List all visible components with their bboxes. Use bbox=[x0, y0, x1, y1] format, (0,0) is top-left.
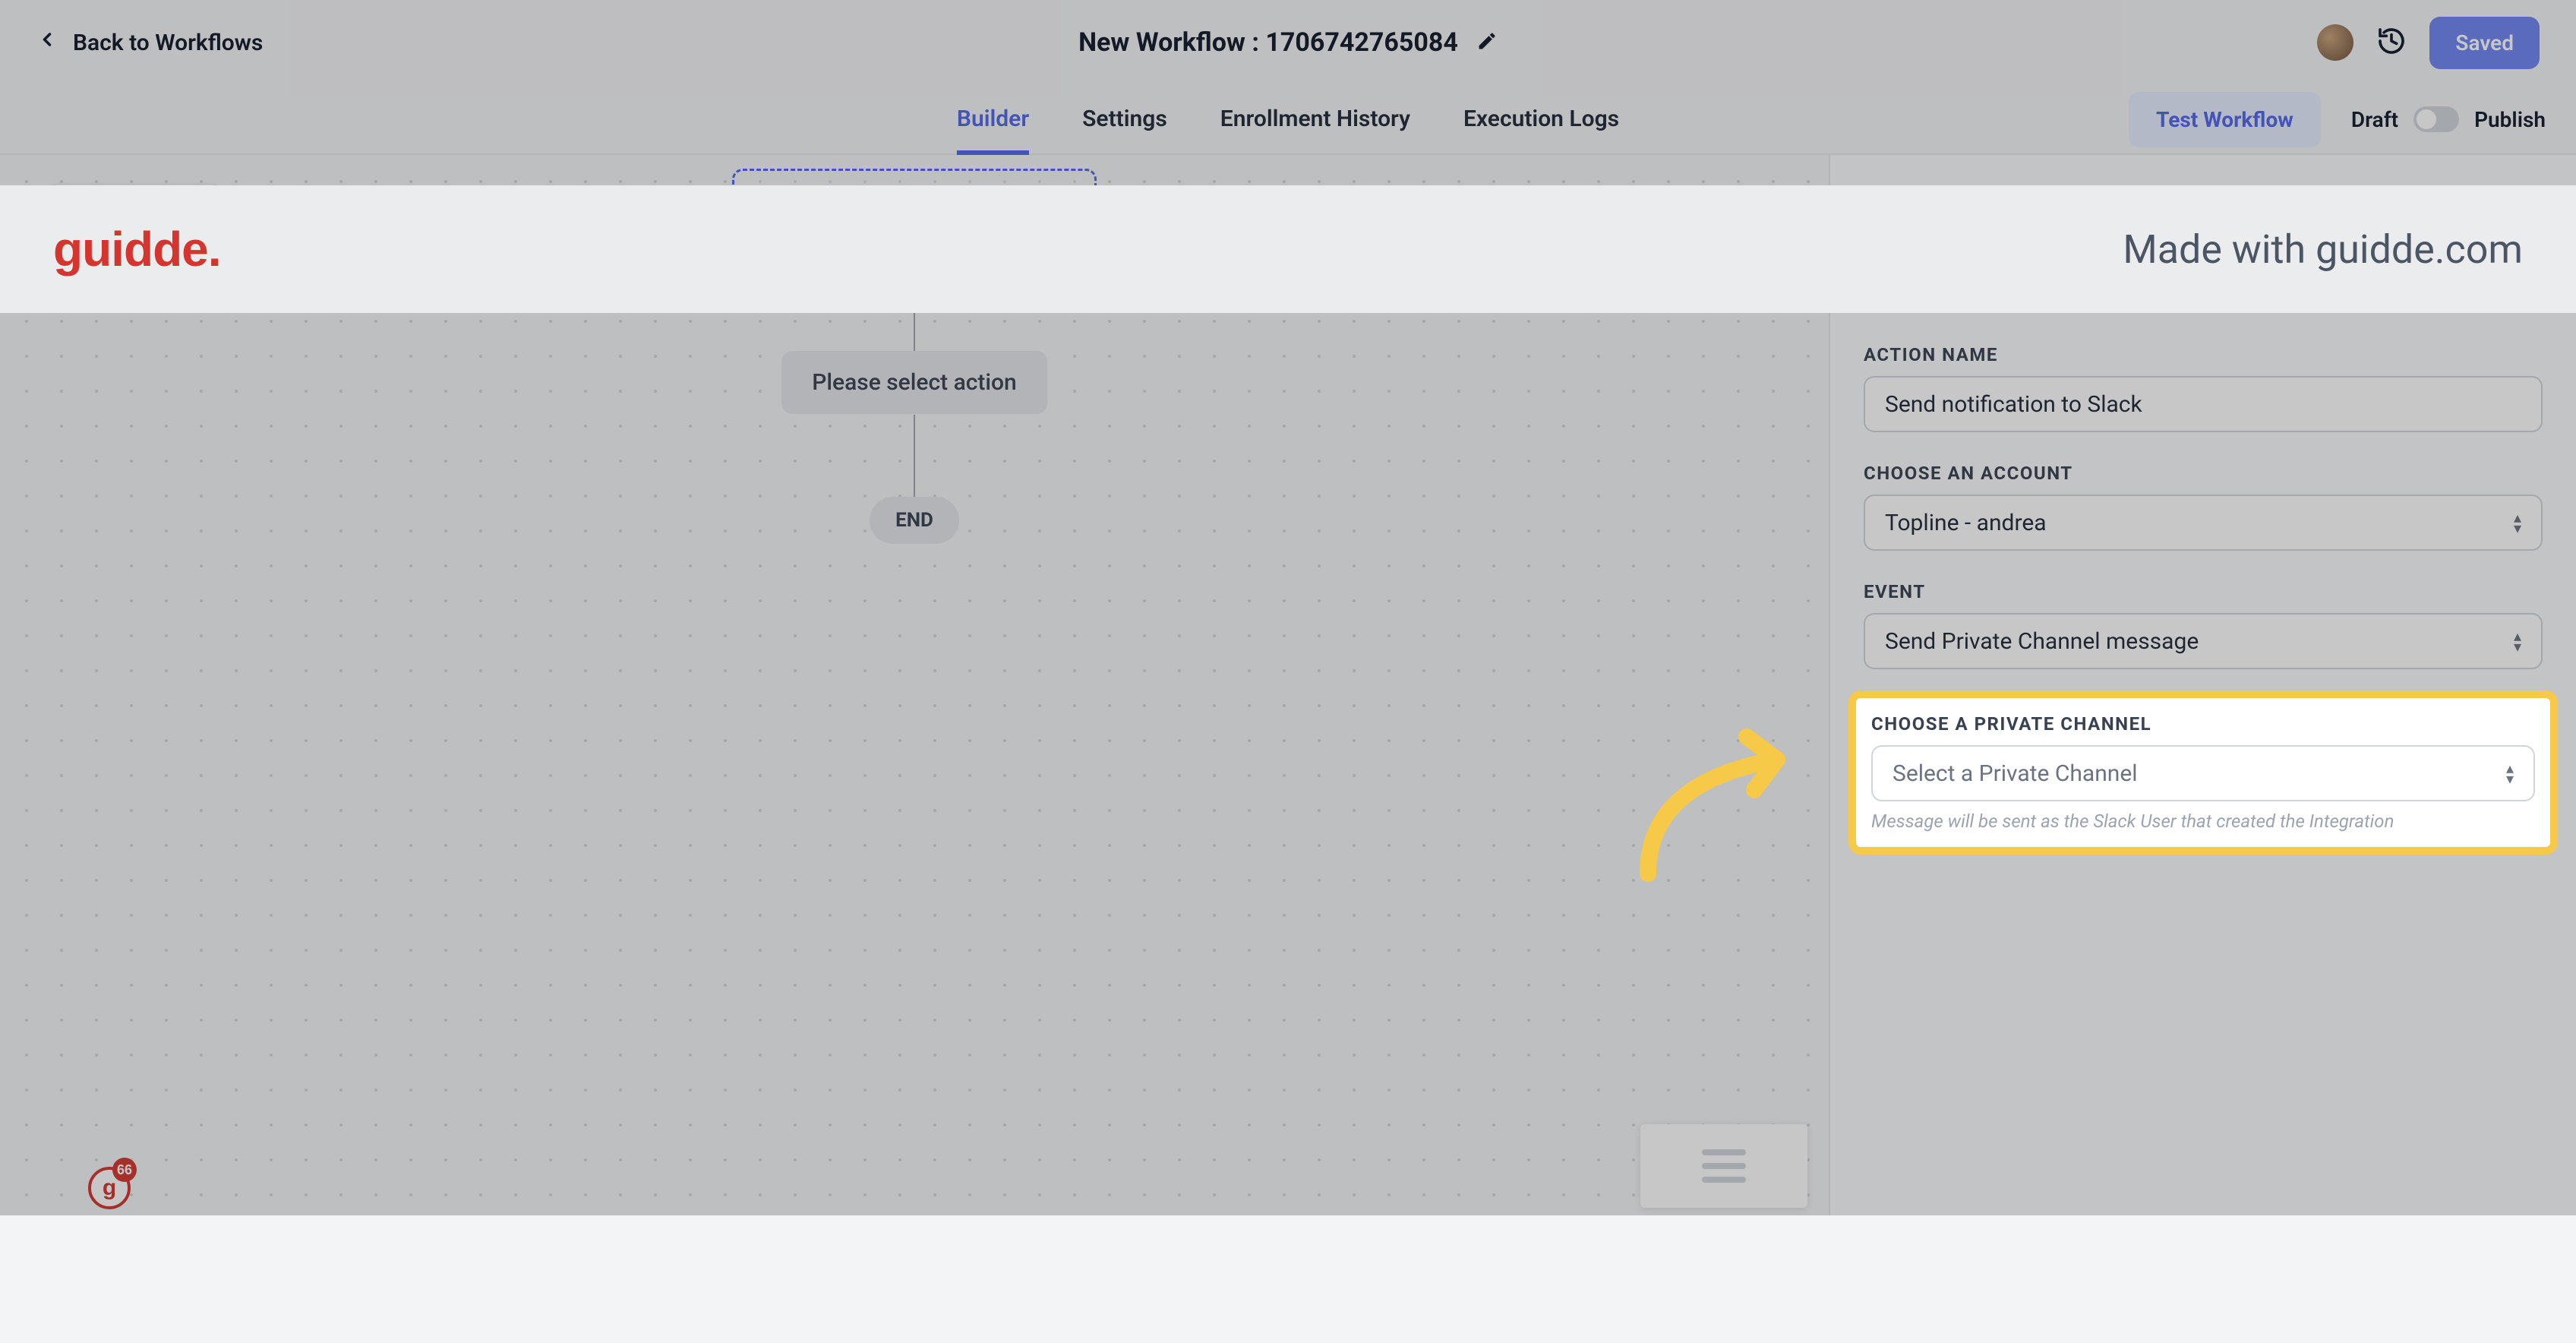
event-select[interactable]: Send Private Channel message ▴▾ bbox=[1864, 613, 2543, 669]
end-node: END bbox=[870, 497, 959, 544]
chevron-left-icon bbox=[36, 29, 58, 56]
chevrons-icon: ▴▾ bbox=[2514, 512, 2521, 533]
workflow-title: New Workflow : 1706742765084 bbox=[1078, 27, 1458, 58]
edit-title-icon[interactable] bbox=[1476, 30, 1498, 55]
connector-line bbox=[914, 415, 915, 497]
choose-channel-highlight: CHOOSE A PRIVATE CHANNEL Select a Privat… bbox=[1848, 690, 2558, 855]
tab-execution-logs[interactable]: Execution Logs bbox=[1463, 84, 1619, 155]
tutorial-arrow-icon bbox=[1625, 706, 1807, 889]
back-label: Back to Workflows bbox=[73, 30, 263, 56]
tab-builder[interactable]: Builder bbox=[957, 84, 1029, 155]
tab-enrollment-history[interactable]: Enrollment History bbox=[1220, 84, 1410, 155]
avatar[interactable] bbox=[2317, 24, 2353, 61]
test-workflow-button[interactable]: Test Workflow bbox=[2129, 92, 2321, 147]
publish-label: Publish bbox=[2474, 107, 2546, 132]
chevrons-icon: ▴▾ bbox=[2506, 763, 2514, 784]
choose-channel-label: CHOOSE A PRIVATE CHANNEL bbox=[1871, 713, 2535, 735]
chevrons-icon: ▴▾ bbox=[2514, 630, 2521, 652]
saved-button: Saved bbox=[2429, 17, 2540, 69]
action-name-input[interactable]: Send notification to Slack bbox=[1864, 376, 2543, 432]
channel-helper-text: Message will be sent as the Slack User t… bbox=[1871, 811, 2535, 832]
made-with-label: Made with guidde.com bbox=[2123, 226, 2523, 273]
svg-text:66: 66 bbox=[117, 1162, 132, 1177]
history-icon[interactable] bbox=[2376, 26, 2407, 59]
svg-text:g: g bbox=[103, 1175, 116, 1200]
guidde-logo: guidde. bbox=[53, 221, 221, 277]
choose-account-label: CHOOSE AN ACCOUNT bbox=[1864, 463, 2543, 484]
action-name-label: ACTION NAME bbox=[1864, 344, 2543, 365]
minimap[interactable] bbox=[1640, 1124, 1807, 1208]
choose-channel-select[interactable]: Select a Private Channel ▴▾ bbox=[1871, 745, 2535, 801]
back-to-workflows[interactable]: Back to Workflows bbox=[36, 29, 263, 56]
slack-message-panel: Slack Message Get notifications in Slack… bbox=[1829, 155, 2576, 1215]
select-action-node[interactable]: Please select action bbox=[781, 351, 1047, 414]
workflow-canvas[interactable]: Stats View + Add New Trigger Please sele… bbox=[0, 155, 1829, 1215]
event-label: EVENT bbox=[1864, 581, 2543, 602]
draft-label: Draft bbox=[2351, 107, 2398, 132]
publish-toggle[interactable] bbox=[2413, 106, 2459, 132]
choose-account-select[interactable]: Topline - andrea ▴▾ bbox=[1864, 495, 2543, 551]
tab-settings[interactable]: Settings bbox=[1082, 84, 1167, 155]
guidde-badge[interactable]: g 66 bbox=[82, 1155, 137, 1209]
